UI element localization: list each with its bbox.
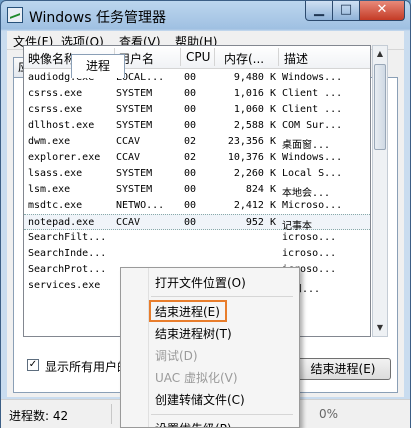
minimize-button[interactable]: ▁: [305, 1, 333, 21]
cell-cpu: 00: [184, 72, 197, 83]
table-row[interactable]: notepad.exe CCAV 00 952 K 记事本: [24, 214, 370, 232]
cell-image-name: dllhost.exe: [28, 120, 95, 131]
table-row[interactable]: lsass.exe SYSTEM 00 2,260 K Local S...: [24, 166, 370, 182]
cell-memory: 1,016 K: [233, 88, 276, 99]
cell-cpu: 00: [184, 104, 197, 115]
cell-user-name: CCAV: [116, 152, 141, 163]
cell-cpu: 02: [184, 152, 197, 163]
scroll-thumb[interactable]: [374, 64, 386, 150]
cell-image-name: notepad.exe: [28, 217, 95, 228]
context-uac-virtualization: UAC 虚拟化(V): [155, 371, 238, 385]
table-row[interactable]: SearchFilt... icroso...: [24, 230, 370, 246]
table-row[interactable]: lsm.exe SYSTEM 00 824 K 本地会...: [24, 182, 370, 199]
maximize-button[interactable]: □: [332, 1, 360, 21]
context-end-process-tree[interactable]: 结束进程树(T): [121, 323, 299, 345]
cell-memory: 2,588 K: [233, 120, 276, 131]
cell-memory: 2,412 K: [233, 200, 276, 211]
context-debug: 调试(D): [155, 349, 198, 363]
cell-cpu: 00: [184, 184, 197, 195]
cell-cpu: 00: [184, 168, 197, 179]
cell-description: Windows...: [282, 72, 343, 83]
cpu-usage-status: 0%: [319, 407, 339, 421]
context-separator: [151, 414, 293, 415]
cell-memory: 9,480 K: [233, 72, 276, 83]
cell-memory: 1,060 K: [233, 104, 276, 115]
context-open-file-location[interactable]: 打开文件位置(O): [121, 272, 299, 294]
table-row[interactable]: explorer.exe CCAV 02 10,376 K Windows...: [24, 150, 370, 166]
table-row[interactable]: dllhost.exe SYSTEM 00 2,588 K COM Sur...: [24, 118, 370, 134]
cell-image-name: SearchProt...: [28, 264, 107, 275]
cell-cpu: 00: [184, 120, 197, 131]
cell-image-name: SearchFilt...: [28, 232, 107, 243]
cell-user-name: NETWO...: [116, 200, 165, 211]
column-header-description[interactable]: 描述: [284, 50, 308, 67]
context-create-dump-file[interactable]: 创建转储文件(C): [121, 389, 299, 411]
table-row[interactable]: csrss.exe SYSTEM 00 1,060 K Client ...: [24, 102, 370, 118]
cell-description: Microso...: [282, 200, 343, 211]
cell-memory: 824 K: [245, 184, 276, 195]
cell-image-name: services.exe: [28, 280, 101, 291]
end-process-button[interactable]: 结束进程(E): [295, 358, 391, 380]
cell-memory: 10,376 K: [227, 152, 276, 163]
tab-processes[interactable]: 进程: [71, 54, 125, 78]
cell-description: COM Sur...: [282, 120, 343, 131]
window-title: Windows 任务管理器: [29, 10, 166, 26]
cell-description: Client ...: [282, 104, 343, 115]
context-set-priority[interactable]: 设置优先级(P): [121, 418, 299, 427]
close-button[interactable]: ✕: [359, 1, 405, 21]
table-row[interactable]: msdtc.exe NETWO... 00 2,412 K Microso...: [24, 198, 370, 214]
context-menu: 打开文件位置(O) 结束进程(E) 结束进程树(T) 调试(D) UAC 虚拟化…: [120, 267, 300, 428]
cell-image-name: explorer.exe: [28, 152, 101, 163]
cell-description: Client ...: [282, 88, 343, 99]
cell-image-name: csrss.exe: [28, 104, 83, 115]
cell-description: icroso...: [282, 232, 337, 243]
column-header-memory[interactable]: 内存(...: [224, 50, 264, 67]
process-count: 进程数: 42: [9, 409, 69, 423]
cell-image-name: SearchInde...: [28, 248, 107, 259]
table-row[interactable]: csrss.exe SYSTEM 00 1,016 K Client ...: [24, 86, 370, 102]
cell-description: Windows...: [282, 152, 343, 163]
column-divider[interactable]: [278, 48, 279, 66]
cell-user-name: SYSTEM: [116, 120, 153, 131]
scroll-up-arrow-icon[interactable]: ▲: [373, 46, 387, 62]
cell-description: 本地会...: [282, 188, 331, 199]
scroll-down-arrow-icon[interactable]: ▼: [373, 320, 387, 336]
cell-image-name: csrss.exe: [28, 88, 83, 99]
cell-cpu: 00: [184, 217, 197, 228]
show-all-users-checkbox[interactable]: ✓: [27, 359, 39, 371]
cell-image-name: lsass.exe: [28, 168, 83, 179]
cell-description: 桌面窗...: [282, 140, 331, 151]
cell-user-name: CCAV: [116, 136, 141, 147]
cell-user-name: SYSTEM: [116, 88, 153, 99]
cell-user-name: SYSTEM: [116, 168, 153, 179]
cell-user-name: CCAV: [116, 217, 141, 228]
cell-user-name: SYSTEM: [116, 184, 153, 195]
column-divider[interactable]: [214, 48, 215, 66]
cell-cpu: 02: [184, 136, 197, 147]
cell-cpu: 00: [184, 88, 197, 99]
cell-cpu: 00: [184, 200, 197, 211]
column-header-cpu[interactable]: CPU: [186, 50, 210, 64]
table-row[interactable]: dwm.exe CCAV 02 23,356 K 桌面窗...: [24, 134, 370, 151]
cell-user-name: LOCAL...: [116, 72, 165, 83]
column-divider[interactable]: [180, 48, 181, 66]
cell-memory: 23,356 K: [227, 136, 276, 147]
cell-memory: 2,260 K: [233, 168, 276, 179]
end-process-highlight-box: [149, 300, 227, 322]
cell-description: icroso...: [282, 248, 337, 259]
table-row[interactable]: SearchInde... icroso...: [24, 246, 370, 262]
show-all-users-label[interactable]: 显示所有用户的: [45, 358, 129, 375]
cell-memory: 952 K: [245, 217, 276, 228]
cell-user-name: SYSTEM: [116, 104, 153, 115]
vertical-scrollbar[interactable]: ▲ ▼: [372, 45, 388, 337]
title-bar[interactable]: Windows 任务管理器 ▁ □ ✕: [1, 1, 410, 29]
cell-image-name: msdtc.exe: [28, 200, 83, 211]
context-separator: [151, 296, 293, 297]
status-divider: [111, 404, 112, 424]
column-header-image-name[interactable]: 映像名称: [28, 50, 76, 67]
cell-image-name: lsm.exe: [28, 184, 71, 195]
cell-description: Local S...: [282, 168, 343, 179]
task-manager-app-icon: [7, 7, 23, 23]
cell-image-name: dwm.exe: [28, 136, 71, 147]
